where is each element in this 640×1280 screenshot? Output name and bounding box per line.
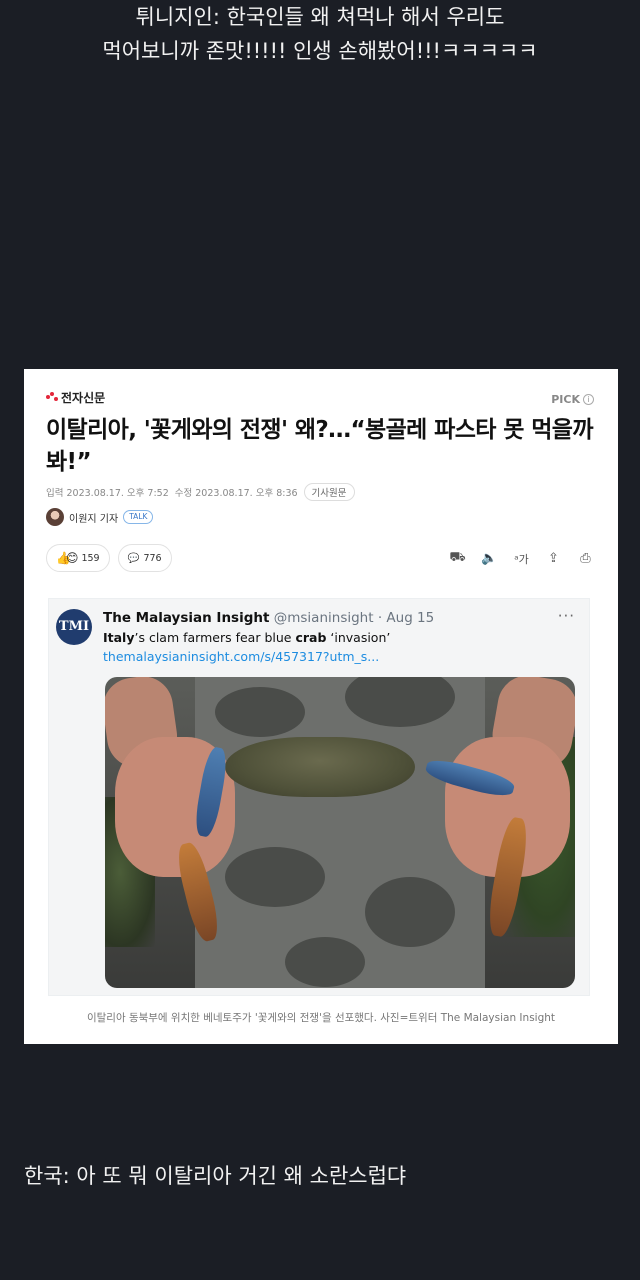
original-article-button[interactable]: 기사원문 — [303, 483, 355, 501]
tweet-header: The Malaysian Insight @msianinsight · Au… — [103, 610, 434, 626]
article-headline: 이탈리아, '꽃게와의 전쟁' 왜?…“봉골레 파스타 못 먹을까 봐!” — [46, 417, 593, 475]
tweet-text-part1: Italy — [103, 630, 135, 645]
news-article-card: 전자신문 PICK i 이탈리아, '꽃게와의 전쟁' 왜?…“봉골레 파스타 … — [24, 369, 618, 1044]
scooter-icon[interactable]: ⛟ — [449, 550, 466, 567]
smile-icon: 👍😊 — [56, 551, 79, 565]
tweet-text-part4: ‘invasion’ — [326, 630, 391, 645]
print-icon[interactable]: ⎙ — [577, 551, 594, 566]
photo-caption: 이탈리아 동북부에 위치한 베네토주가 '꽃게와의 전쟁'을 선포했다. 사진=… — [86, 1012, 556, 1024]
crab-shell — [225, 737, 415, 797]
blue-crab-photo[interactable] — [105, 677, 575, 988]
comment-count: 776 — [143, 552, 162, 564]
tweet-author-name[interactable]: The Malaysian Insight — [103, 610, 269, 626]
speaker-icon[interactable]: 🔈 — [481, 551, 498, 566]
reaction-button[interactable]: 👍😊 159 — [46, 544, 110, 572]
font-size-icon[interactable]: ᵃ가 — [513, 551, 530, 567]
share-icon[interactable]: ⇪ — [545, 551, 562, 566]
comment-icon: 💬 — [127, 552, 140, 564]
press-logo-mark — [46, 391, 58, 404]
tweet-link[interactable]: themalaysianinsight.com/s/457317?utm_s..… — [103, 649, 379, 664]
camo-shirt — [195, 677, 485, 988]
reporter-avatar — [46, 508, 64, 526]
tweet-text-part2: ’s clam farmers fear blue — [134, 630, 296, 645]
top-caption-line1: 튀니지인: 한국인들 왜 쳐먹나 해서 우리도 — [135, 5, 505, 29]
comment-button[interactable]: 💬 776 — [117, 544, 172, 572]
input-time: 입력 2023.08.17. 오후 7:52 — [46, 488, 169, 499]
top-caption: 튀니지인: 한국인들 왜 쳐먹나 해서 우리도 먹어보니까 존맛!!!!! 인생… — [0, 0, 640, 68]
embedded-tweet[interactable]: TMI The Malaysian Insight @msianinsight … — [48, 598, 590, 996]
tweet-text-part3: crab — [295, 630, 327, 645]
talk-badge[interactable]: TALK — [123, 510, 154, 524]
reaction-count: 159 — [81, 552, 100, 564]
pick-badge[interactable]: PICK i — [551, 393, 594, 406]
more-icon[interactable]: ··· — [558, 607, 575, 625]
article-topbar: 전자신문 PICK i — [46, 389, 594, 409]
reporter-name[interactable]: 이원지 기자 — [69, 510, 118, 525]
bottom-caption: 한국: 아 또 뭐 이탈리아 거긴 왜 소란스럽댜 — [24, 1164, 407, 1188]
edit-time: 수정 2023.08.17. 오후 8:36 — [174, 488, 298, 499]
info-icon[interactable]: i — [583, 394, 594, 405]
tweet-handle: @msianinsight · Aug 15 — [273, 610, 435, 626]
reporter-info[interactable]: 이원지 기자 TALK — [46, 508, 154, 526]
press-name: 전자신문 — [61, 391, 106, 405]
article-meta: 입력 2023.08.17. 오후 7:52 수정 2023.08.17. 오후… — [46, 483, 355, 501]
tweet-avatar[interactable]: TMI — [56, 609, 92, 645]
press-logo[interactable]: 전자신문 — [46, 389, 105, 406]
pick-label: PICK — [551, 393, 580, 406]
article-tools: ⛟ 🔈 ᵃ가 ⇪ ⎙ — [449, 550, 594, 567]
font-size-label: 가 — [518, 552, 529, 566]
tweet-text: Italy’s clam farmers fear blue crab ‘inv… — [103, 630, 390, 645]
top-caption-line2: 먹어보니까 존맛!!!!! 인생 손해봤어!!!ㅋㅋㅋㅋㅋ — [102, 39, 538, 63]
reaction-row: 👍😊 159 💬 776 — [46, 544, 172, 572]
